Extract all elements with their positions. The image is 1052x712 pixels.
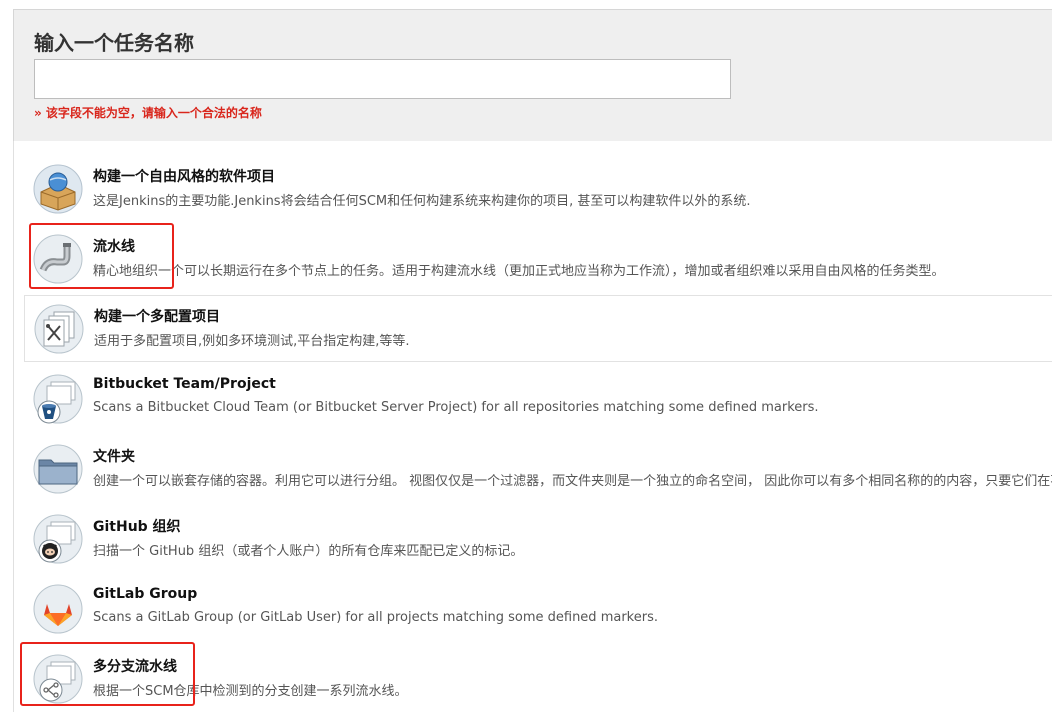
folder-icon <box>33 444 83 494</box>
validation-error: » 该字段不能为空，请输入一个合法的名称 <box>34 106 262 120</box>
item-pipeline[interactable]: 流水线 精心地组织一个可以长期运行在多个节点上的任务。适用于构建流水线（更加正式… <box>24 226 1052 292</box>
item-title: Bitbucket Team/Project <box>93 376 276 392</box>
item-description: 这是Jenkins的主要功能.Jenkins将会结合任何SCM和任何构建系统来构… <box>93 194 751 209</box>
item-description: Scans a Bitbucket Cloud Team (or Bitbuck… <box>93 400 819 415</box>
item-title: GitLab Group <box>93 586 198 602</box>
pipeline-icon <box>33 234 83 284</box>
item-gitlab-group[interactable]: GitLab Group Scans a GitLab Group (or Gi… <box>24 576 1052 642</box>
gitlab-icon <box>33 584 83 634</box>
item-freestyle-project[interactable]: 构建一个自由风格的软件项目 这是Jenkins的主要功能.Jenkins将会结合… <box>24 156 1052 222</box>
multibranch-pipeline-icon <box>33 654 83 704</box>
item-name-panel: 输入一个任务名称 » 该字段不能为空，请输入一个合法的名称 <box>13 9 1052 141</box>
item-title: GitHub 组织 <box>93 519 181 535</box>
item-title: 流水线 <box>93 239 135 255</box>
item-description: 创建一个可以嵌套存储的容器。利用它可以进行分组。 视图仅仅是一个过滤器，而文件夹… <box>93 474 1052 489</box>
list-divider <box>13 141 14 712</box>
multi-config-project-icon <box>34 304 84 354</box>
item-title: 多分支流水线 <box>93 659 177 675</box>
github-icon <box>33 514 83 564</box>
new-item-page: 输入一个任务名称 » 该字段不能为空，请输入一个合法的名称 构建一个自由风格的软… <box>0 0 1052 712</box>
item-description: 根据一个SCM仓库中检测到的分支创建一系列流水线。 <box>93 684 408 699</box>
item-bitbucket-team[interactable]: Bitbucket Team/Project Scans a Bitbucket… <box>24 366 1052 432</box>
item-description: 精心地组织一个可以长期运行在多个节点上的任务。适用于构建流水线（更加正式地应当称… <box>93 264 945 279</box>
item-title: 文件夹 <box>93 449 135 465</box>
item-github-organization[interactable]: GitHub 组织 扫描一个 GitHub 组织（或者个人账户）的所有仓库来匹配… <box>24 506 1052 572</box>
item-name-input[interactable] <box>34 59 731 99</box>
item-title: 构建一个自由风格的软件项目 <box>93 169 275 185</box>
item-description: Scans a GitLab Group (or GitLab User) fo… <box>93 610 658 625</box>
page-title: 输入一个任务名称 <box>34 31 194 55</box>
item-description: 扫描一个 GitHub 组织（或者个人账户）的所有仓库来匹配已定义的标记。 <box>93 544 524 559</box>
bitbucket-icon <box>33 374 83 424</box>
item-folder[interactable]: 文件夹 创建一个可以嵌套存储的容器。利用它可以进行分组。 视图仅仅是一个过滤器，… <box>24 436 1052 502</box>
freestyle-project-icon <box>33 164 83 214</box>
item-multi-config-project[interactable]: 构建一个多配置项目 适用于多配置项目,例如多环境测试,平台指定构建,等等. <box>24 295 1052 362</box>
item-multibranch-pipeline[interactable]: 多分支流水线 根据一个SCM仓库中检测到的分支创建一系列流水线。 <box>24 646 1052 712</box>
item-title: 构建一个多配置项目 <box>94 309 220 325</box>
item-description: 适用于多配置项目,例如多环境测试,平台指定构建,等等. <box>94 334 410 349</box>
